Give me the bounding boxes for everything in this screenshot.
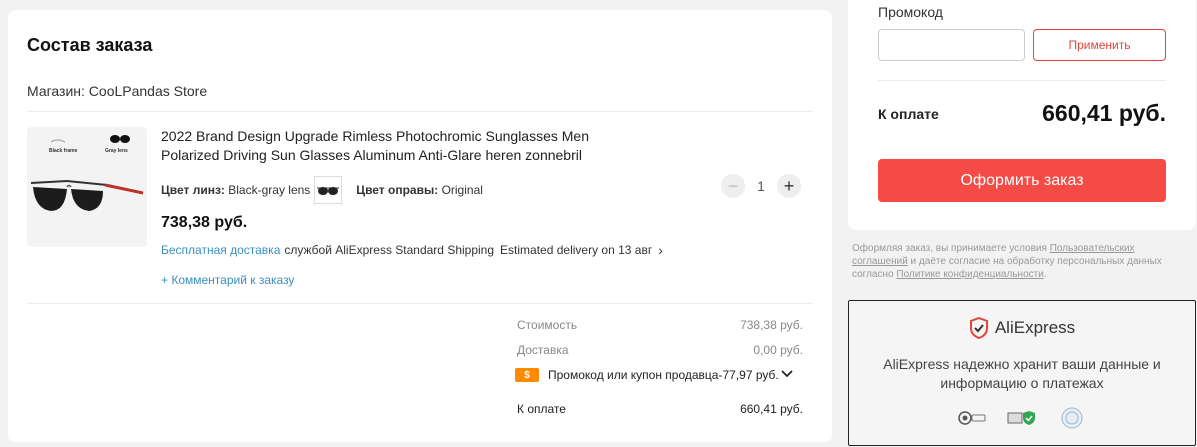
aliexpress-logo: AliExpress	[849, 317, 1195, 339]
promo-label: Промокод	[878, 4, 943, 20]
image-label-left: Black frame	[49, 148, 78, 154]
coupon-text: Промокод или купон продавца-77,97 руб.	[548, 368, 779, 382]
chevron-right-icon[interactable]: ›	[658, 242, 663, 258]
product-image[interactable]: Black frame Gray lens	[27, 127, 147, 247]
shipping-service: службой AliExpress Standard Shipping	[284, 243, 495, 257]
sunglasses-illustration	[30, 135, 144, 211]
divider	[27, 111, 813, 112]
chevron-down-icon[interactable]	[781, 368, 793, 382]
cost-label: Стоимость	[517, 318, 578, 332]
terms-notice: Оформляя заказ, вы принимаете условия По…	[852, 242, 1192, 281]
divider	[878, 80, 1166, 81]
summary-delivery-row: Доставка 0,00 руб.	[517, 343, 803, 357]
order-title: Состав заказа	[27, 35, 153, 55]
payment-total-value: 660,41 руб.	[1042, 100, 1166, 126]
order-card: Состав заказа Магазин: CooLPandas Store …	[8, 10, 832, 442]
security-badges	[849, 407, 1195, 429]
security-text-line: информацию о платежах	[940, 375, 1104, 391]
add-comment-link[interactable]: + Комментарий к заказу	[161, 273, 294, 287]
delivery-label: Доставка	[517, 343, 569, 357]
pci-badge-icon	[956, 407, 988, 429]
frame-color-label: Цвет оправы:	[356, 183, 439, 197]
lens-color-value: Black-gray lens	[228, 183, 311, 197]
quantity-stepper: − 1 +	[721, 174, 801, 198]
store-link[interactable]: CooLPandas Store	[89, 83, 207, 99]
shield-check-icon	[969, 317, 988, 339]
security-text-line: AliExpress надежно хранит ваши данные и	[883, 356, 1161, 372]
summary-cost-row: Стоимость 738,38 руб.	[517, 318, 803, 332]
terms-text: Оформляя заказ, вы принимаете условия	[852, 243, 1050, 254]
certificate-seal-icon	[1056, 407, 1088, 429]
product-price: 738,38 руб.	[161, 214, 248, 231]
quantity-value[interactable]: 1	[745, 178, 777, 194]
delivery-estimate: Estimated delivery on 13 авг	[500, 243, 653, 257]
total-value: 660,41 руб.	[740, 402, 803, 416]
delivery-value: 0,00 руб.	[753, 343, 803, 357]
lens-color-label: Цвет линз:	[161, 183, 225, 197]
summary-total-row: К оплате 660,41 руб.	[517, 402, 803, 416]
free-shipping-label: Бесплатная доставка	[161, 243, 281, 257]
apply-promo-button[interactable]: Применить	[1033, 29, 1166, 61]
shipping-info[interactable]: Бесплатная доставка службой AliExpress S…	[161, 242, 663, 258]
decrease-quantity-button[interactable]: −	[721, 174, 745, 198]
terms-text: .	[1043, 269, 1047, 280]
coupon-row[interactable]: $ Промокод или купон продавца-77,97 руб.	[515, 368, 793, 382]
store-name: Магазин: CooLPandas Store	[27, 83, 207, 99]
brand-name: AliExpress	[994, 318, 1076, 337]
product-attributes: Цвет линз: Black-gray lens Цвет оправы: …	[161, 176, 483, 204]
lens-thumbnail	[314, 176, 343, 204]
product-name[interactable]: 2022 Brand Design Upgrade Rimless Photoc…	[161, 127, 631, 165]
security-text: AliExpress надежно хранит ваши данные и …	[849, 355, 1195, 393]
coupon-icon: $	[515, 368, 539, 382]
total-label: К оплате	[517, 402, 566, 416]
increase-quantity-button[interactable]: +	[777, 174, 801, 198]
payment-total-label: К оплате	[878, 106, 939, 122]
payment-card: Промокод Применить К оплате 660,41 руб. …	[848, 0, 1196, 230]
promo-code-input[interactable]	[878, 29, 1025, 61]
verified-badge-icon	[1006, 407, 1038, 429]
image-label-right: Gray lens	[105, 148, 128, 154]
store-prefix: Магазин:	[27, 83, 89, 99]
privacy-policy-link[interactable]: Политике конфиденциальности	[896, 269, 1043, 280]
security-card: AliExpress AliExpress надежно хранит ваш…	[848, 300, 1196, 446]
cost-value: 738,38 руб.	[740, 318, 803, 332]
checkout-button[interactable]: Оформить заказ	[878, 159, 1166, 202]
frame-color-value: Original	[441, 183, 483, 197]
divider	[27, 303, 813, 304]
